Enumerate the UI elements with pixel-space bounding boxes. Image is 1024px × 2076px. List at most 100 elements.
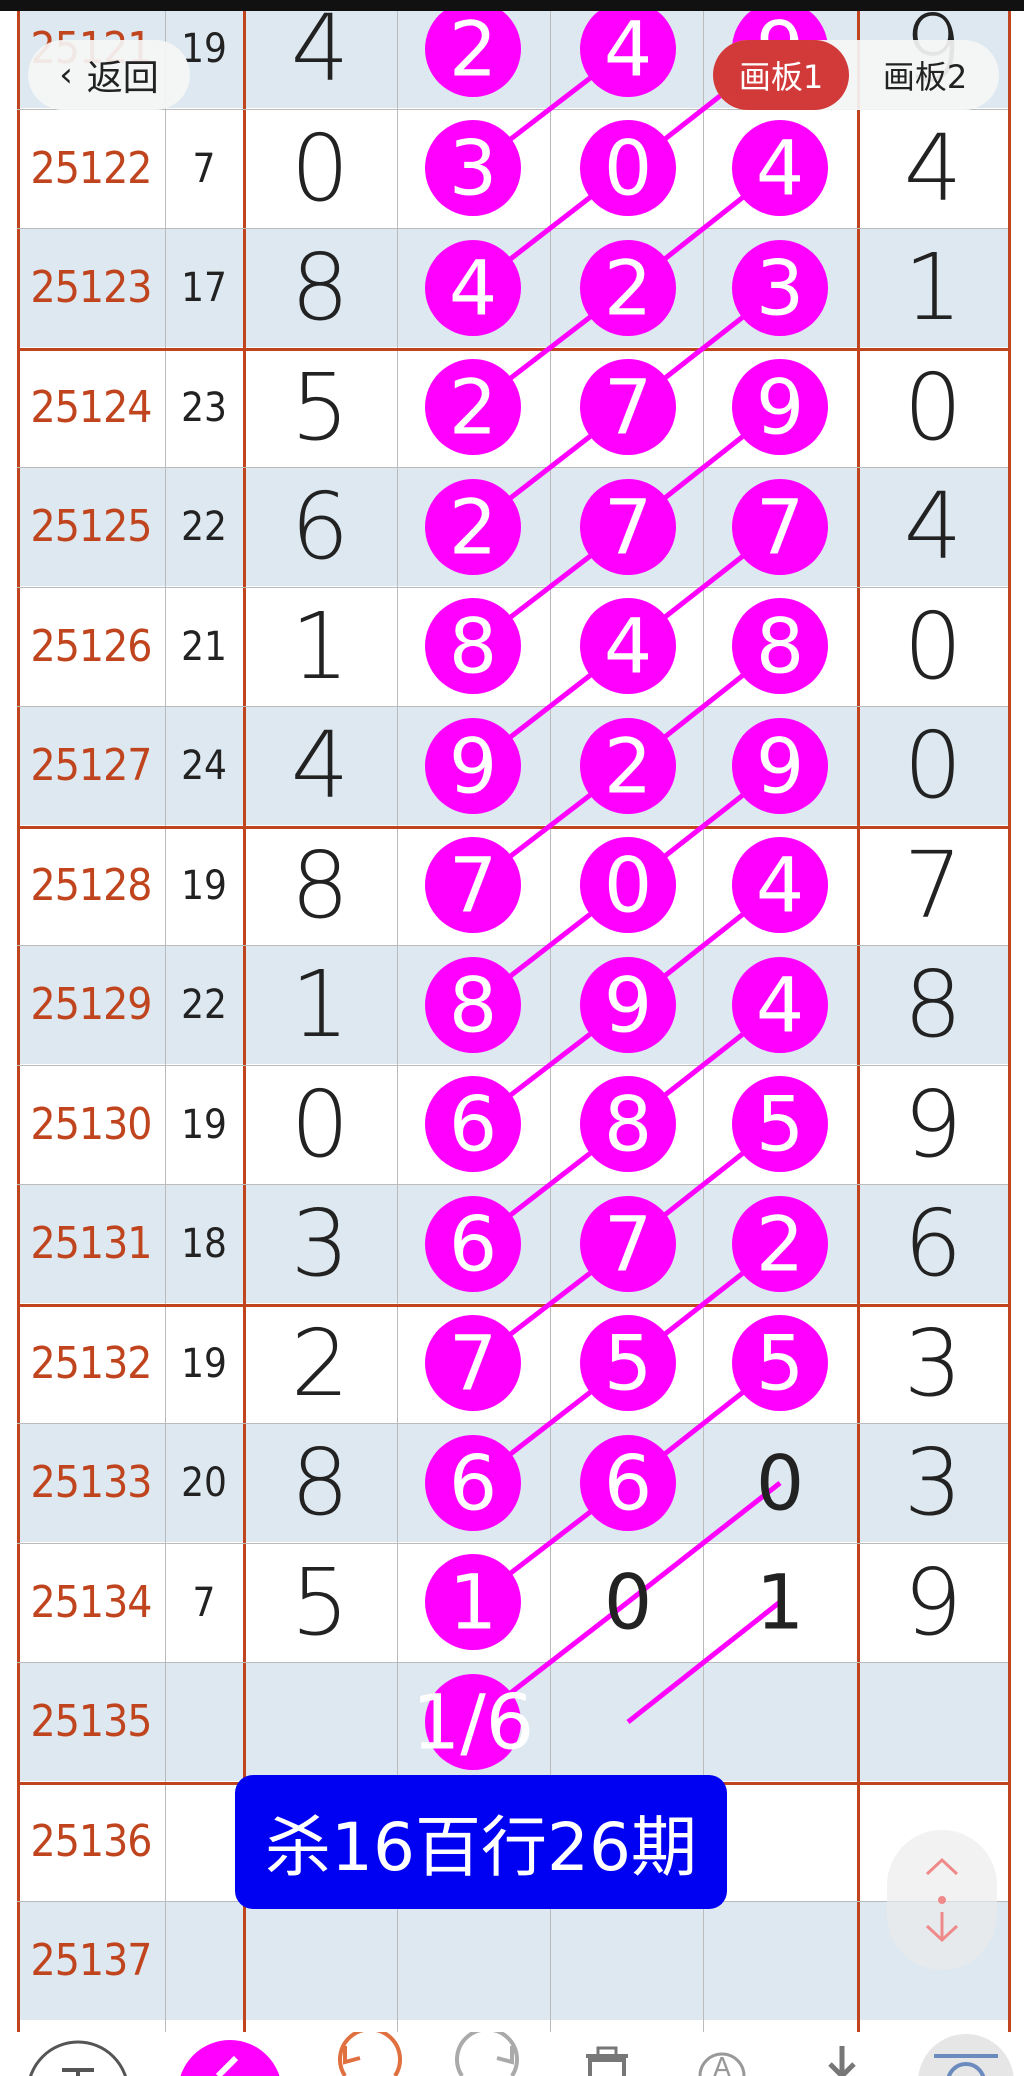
highlight-ball: 9 [425,718,521,814]
svg-text:0: 0 [604,841,652,930]
svg-text:7: 7 [449,1319,497,1408]
svg-text:9: 9 [449,722,497,811]
svg-text:2: 2 [604,722,652,811]
highlight-ball: 8 [425,598,521,694]
svg-text:2: 2 [756,1200,804,1289]
highlight-ball: 9 [732,718,828,814]
highlight-ball: 2 [580,718,676,814]
highlight-ball: 4 [732,957,828,1053]
highlight-ball: 6 [425,1435,521,1531]
highlight-ball: 2 [580,240,676,336]
svg-text:3: 3 [756,244,804,333]
shape-icon[interactable]: A [698,2052,746,2076]
highlight-ball: 9 [580,957,676,1053]
scroll-toggle-button[interactable] [887,1830,997,1970]
svg-text:4: 4 [756,124,804,213]
highlight-ball: 8 [580,1076,676,1172]
highlight-ball: 3 [732,240,828,336]
svg-text:2: 2 [449,483,497,572]
highlight-ball: 5 [580,1315,676,1411]
svg-text:5: 5 [756,1319,804,1408]
highlight-ball: 1 [425,1554,521,1650]
digit-cell: 0 [604,1558,652,1647]
svg-text:5: 5 [604,1319,652,1408]
back-button-label: 返回 [86,58,159,99]
svg-text:0: 0 [604,124,652,213]
svg-text:5: 5 [756,1080,804,1169]
board-tabs: 画板1 画板2 [713,40,999,110]
highlight-ball: 5 [732,1076,828,1172]
svg-text:6: 6 [449,1200,497,1289]
svg-text:9: 9 [756,363,804,452]
highlight-ball: 7 [580,479,676,575]
svg-text:9: 9 [604,961,652,1050]
drawing-board-screen: 2512119492512270425123178125124235025125… [0,0,1024,2076]
back-button[interactable]: ‹ 返回 [28,40,190,110]
svg-text:1: 1 [756,1558,804,1647]
svg-text:6: 6 [449,1080,497,1169]
highlight-ball: 7 [425,837,521,933]
highlight-ball: 4 [580,598,676,694]
svg-text:2: 2 [604,244,652,333]
svg-text:7: 7 [449,841,497,930]
redo-icon[interactable] [455,2032,519,2076]
svg-text:4: 4 [756,961,804,1050]
svg-text:4: 4 [604,5,652,94]
svg-text:6: 6 [604,1439,652,1528]
highlight-ball: 4 [732,837,828,933]
highlight-ball: 4 [732,120,828,216]
highlight-ball: 8 [732,598,828,694]
highlight-ball: 1/6 [412,1674,534,1770]
tab-board-2[interactable]: 画板2 [855,40,995,110]
highlight-ball: 7 [580,359,676,455]
highlight-ball: 4 [580,1,676,97]
highlight-ball: 2 [425,1,521,97]
settings-icon[interactable] [918,2034,1014,2076]
svg-text:7: 7 [604,363,652,452]
highlight-ball: 7 [580,1196,676,1292]
annotation-label[interactable]: 杀16百行26期 [235,1775,727,1909]
svg-text:7: 7 [604,483,652,572]
download-icon[interactable] [828,2046,856,2076]
drawing-overlay[interactable]: 2493044232792778489297048946856727556601… [0,0,1024,2076]
highlight-ball: 7 [425,1315,521,1411]
highlight-ball: 6 [580,1435,676,1531]
pen-tool-icon[interactable] [178,2040,282,2076]
trash-icon[interactable] [586,2046,628,2076]
highlight-ball: 2 [425,359,521,455]
svg-text:0: 0 [604,1558,652,1647]
svg-text:3: 3 [449,124,497,213]
highlight-ball: 2 [425,479,521,575]
svg-text:7: 7 [756,483,804,572]
highlight-ball: 6 [425,1076,521,1172]
text-tool-icon[interactable] [28,2040,128,2076]
digit-cell: 0 [756,1439,804,1528]
svg-text:A: A [713,2053,731,2076]
status-bar [0,0,1024,11]
svg-text:4: 4 [604,602,652,691]
chevron-left-icon: ‹ [59,55,73,95]
highlight-ball: 8 [425,957,521,1053]
svg-text:8: 8 [449,961,497,1050]
highlight-ball: 6 [425,1196,521,1292]
highlight-ball: 9 [732,359,828,455]
highlight-ball: 0 [580,837,676,933]
digit-cell: 1 [756,1558,804,1647]
tab-board-1[interactable]: 画板1 [713,40,849,110]
svg-text:8: 8 [756,602,804,691]
svg-text:0: 0 [756,1439,804,1528]
highlight-ball: 7 [732,479,828,575]
svg-text:1/6: 1/6 [412,1678,534,1767]
svg-text:1: 1 [449,1558,497,1647]
highlight-ball: 4 [425,240,521,336]
svg-text:2: 2 [449,5,497,94]
highlight-ball: 0 [580,120,676,216]
svg-text:4: 4 [449,244,497,333]
svg-text:9: 9 [756,722,804,811]
undo-icon[interactable] [338,2032,402,2076]
bottom-toolbar: A [0,2032,1024,2076]
highlight-ball: 2 [732,1196,828,1292]
svg-text:8: 8 [449,602,497,691]
expand-arrows-icon [925,1857,959,1943]
svg-text:8: 8 [604,1080,652,1169]
